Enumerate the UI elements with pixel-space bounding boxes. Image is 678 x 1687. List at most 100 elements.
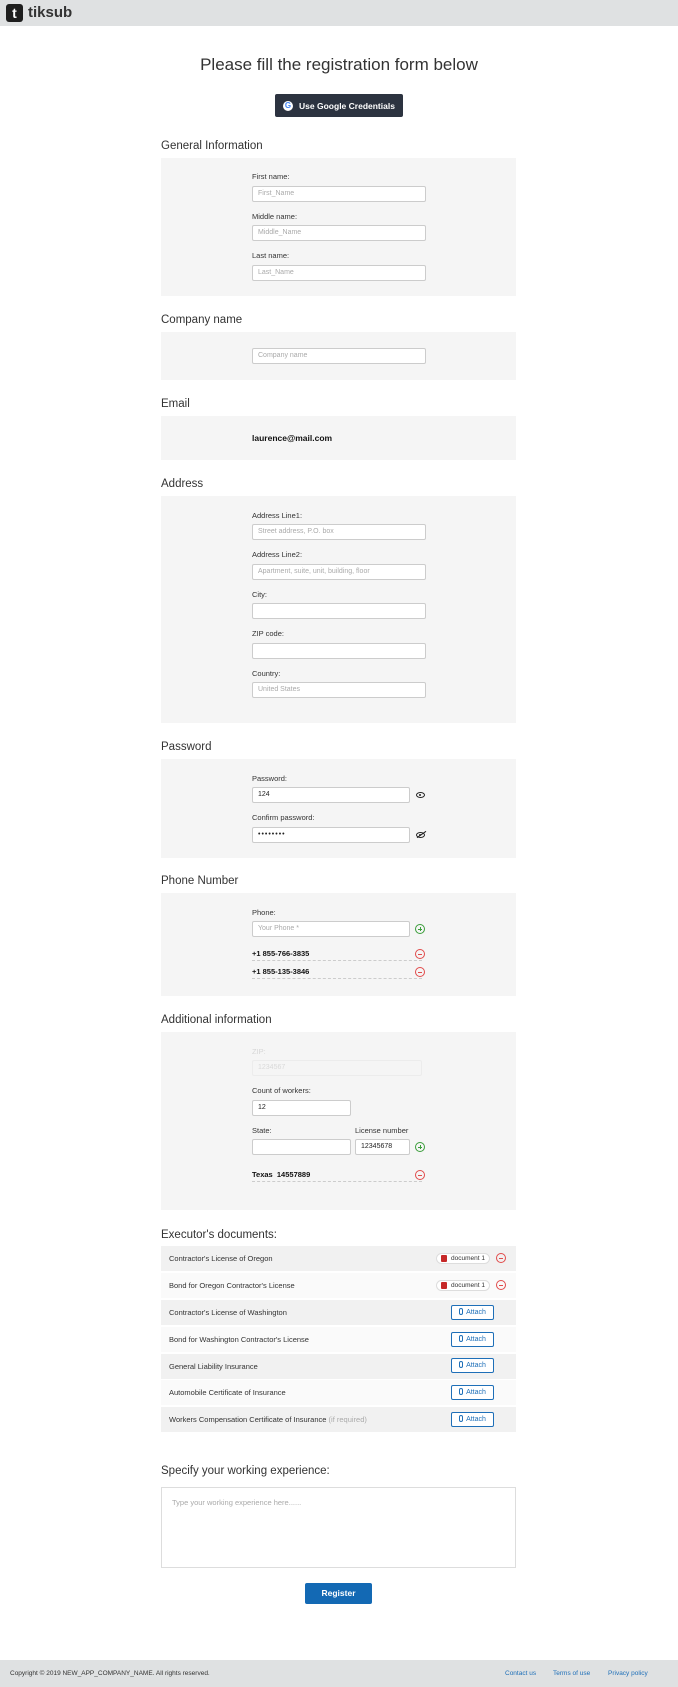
city-input[interactable]: [252, 603, 426, 619]
zip-label: ZIP code:: [252, 629, 284, 638]
paperclip-icon: [459, 1415, 464, 1422]
remove-phone-icon[interactable]: [415, 967, 425, 977]
attach-button[interactable]: Attach: [451, 1332, 494, 1347]
email-panel: [161, 416, 516, 460]
license-entry-state: Texas: [252, 1170, 273, 1179]
section-title-additional: Additional information: [161, 1014, 272, 1026]
additional-zip-label: ZIP:: [252, 1047, 266, 1056]
city-label: City:: [252, 590, 267, 599]
privacy-policy-link[interactable]: Privacy policy: [608, 1670, 648, 1677]
workers-count-input[interactable]: 12: [252, 1100, 351, 1116]
last-name-input[interactable]: Last_Name: [252, 265, 426, 281]
document-name: Contractor's License of Oregon: [169, 1254, 273, 1263]
eye-icon[interactable]: [416, 792, 425, 798]
remove-phone-icon[interactable]: [415, 949, 425, 959]
paperclip-icon: [459, 1388, 464, 1395]
email-value: laurence@mail.com: [252, 433, 333, 443]
country-input[interactable]: United States: [252, 682, 426, 698]
document-chip[interactable]: document 1: [436, 1253, 490, 1264]
eye-off-icon[interactable]: [416, 832, 425, 838]
remove-document-icon[interactable]: [496, 1280, 506, 1290]
add-license-icon[interactable]: [415, 1142, 425, 1152]
copyright-text: Copyright © 2019 NEW_APP_COMPANY_NAME. A…: [10, 1670, 210, 1677]
footer: Copyright © 2019 NEW_APP_COMPANY_NAME. A…: [0, 1660, 678, 1687]
pdf-icon: [441, 1282, 447, 1289]
page-title: Please fill the registration form below: [200, 55, 478, 74]
middle-name-label: Middle name:: [252, 212, 298, 221]
google-button-label: Use Google Credentials: [299, 100, 395, 111]
country-label: Country:: [252, 669, 281, 678]
paperclip-icon: [459, 1361, 464, 1368]
last-name-label: Last name:: [252, 251, 290, 260]
register-button[interactable]: Register: [305, 1583, 372, 1604]
phone-label: Phone:: [252, 908, 276, 917]
zip-input[interactable]: [252, 643, 426, 659]
document-name: General Liability Insurance: [169, 1362, 258, 1371]
password-label: Password:: [252, 774, 288, 783]
password-input[interactable]: 124: [252, 787, 410, 803]
contact-us-link[interactable]: Contact us: [505, 1670, 536, 1677]
attach-label: Attach: [466, 1416, 486, 1423]
workers-count-label: Count of workers:: [252, 1086, 311, 1095]
license-entry: Texas 14557889: [252, 1168, 422, 1182]
document-name: Bond for Oregon Contractor's License: [169, 1281, 295, 1290]
license-number-input[interactable]: 12345678: [355, 1139, 410, 1155]
confirm-password-label: Confirm password:: [252, 813, 315, 822]
phone-entry: +1 855-766-3835: [252, 947, 422, 961]
attach-button[interactable]: Attach: [451, 1385, 494, 1400]
state-label: State:: [252, 1126, 272, 1135]
address-line2-label: Address Line2:: [252, 550, 303, 559]
paperclip-icon: [459, 1308, 464, 1315]
section-title-phone: Phone Number: [161, 875, 239, 887]
phone-input[interactable]: Your Phone *: [252, 921, 410, 937]
middle-name-input[interactable]: Middle_Name: [252, 225, 426, 241]
section-title-experience: Specify your working experience:: [161, 1465, 330, 1477]
phone-entry: +1 855-135-3846: [252, 965, 422, 979]
pdf-icon: [441, 1255, 447, 1262]
attach-label: Attach: [466, 1309, 486, 1316]
document-chip[interactable]: document 1: [436, 1280, 490, 1291]
attach-label: Attach: [466, 1336, 486, 1343]
phone-panel: [161, 893, 516, 996]
section-title-email: Email: [161, 398, 190, 410]
attach-button[interactable]: Attach: [451, 1305, 494, 1320]
experience-textarea[interactable]: Type your working experience here......: [161, 1487, 516, 1568]
section-title-company: Company name: [161, 314, 243, 326]
attach-button[interactable]: Attach: [451, 1412, 494, 1427]
first-name-label: First name:: [252, 172, 290, 181]
section-title-password: Password: [161, 741, 212, 753]
add-phone-icon[interactable]: [415, 924, 425, 934]
google-credentials-button[interactable]: G Use Google Credentials: [275, 94, 403, 117]
attach-button[interactable]: Attach: [451, 1358, 494, 1373]
document-name: Bond for Washington Contractor's License: [169, 1335, 309, 1344]
address-line1-input[interactable]: Street address, P.O. box: [252, 524, 426, 540]
document-note: (if required): [328, 1415, 367, 1424]
remove-license-icon[interactable]: [415, 1170, 425, 1180]
document-chip-label: document 1: [451, 1255, 485, 1262]
terms-of-use-link[interactable]: Terms of use: [553, 1670, 590, 1677]
address-line1-label: Address Line1:: [252, 511, 303, 520]
attach-label: Attach: [466, 1389, 486, 1396]
logo-icon[interactable]: t: [6, 4, 23, 22]
license-entry-number: 14557889: [276, 1170, 311, 1179]
top-bar: t tiksub: [0, 0, 678, 26]
section-title-address: Address: [161, 478, 204, 490]
app-name[interactable]: tiksub: [28, 4, 72, 22]
document-name: Workers Compensation Certificate of Insu…: [169, 1415, 327, 1424]
document-chip-label: document 1: [451, 1282, 485, 1289]
first-name-input[interactable]: First_Name: [252, 186, 426, 202]
google-icon: G: [283, 100, 294, 111]
section-title-documents: Executor's documents:: [161, 1229, 277, 1241]
additional-panel: [161, 1032, 516, 1210]
additional-zip-input: 1234567: [252, 1060, 422, 1076]
license-number-label: License number: [355, 1126, 409, 1135]
password-panel: [161, 759, 516, 858]
confirm-password-input[interactable]: ••••••••: [252, 827, 410, 843]
company-name-input[interactable]: Company name: [252, 348, 426, 364]
document-name: Contractor's License of Washington: [169, 1308, 287, 1317]
state-input[interactable]: [252, 1139, 351, 1155]
paperclip-icon: [459, 1335, 464, 1342]
section-title-general: General Information: [161, 140, 263, 152]
remove-document-icon[interactable]: [496, 1253, 506, 1263]
address-line2-input[interactable]: Apartment, suite, unit, building, floor: [252, 564, 426, 580]
